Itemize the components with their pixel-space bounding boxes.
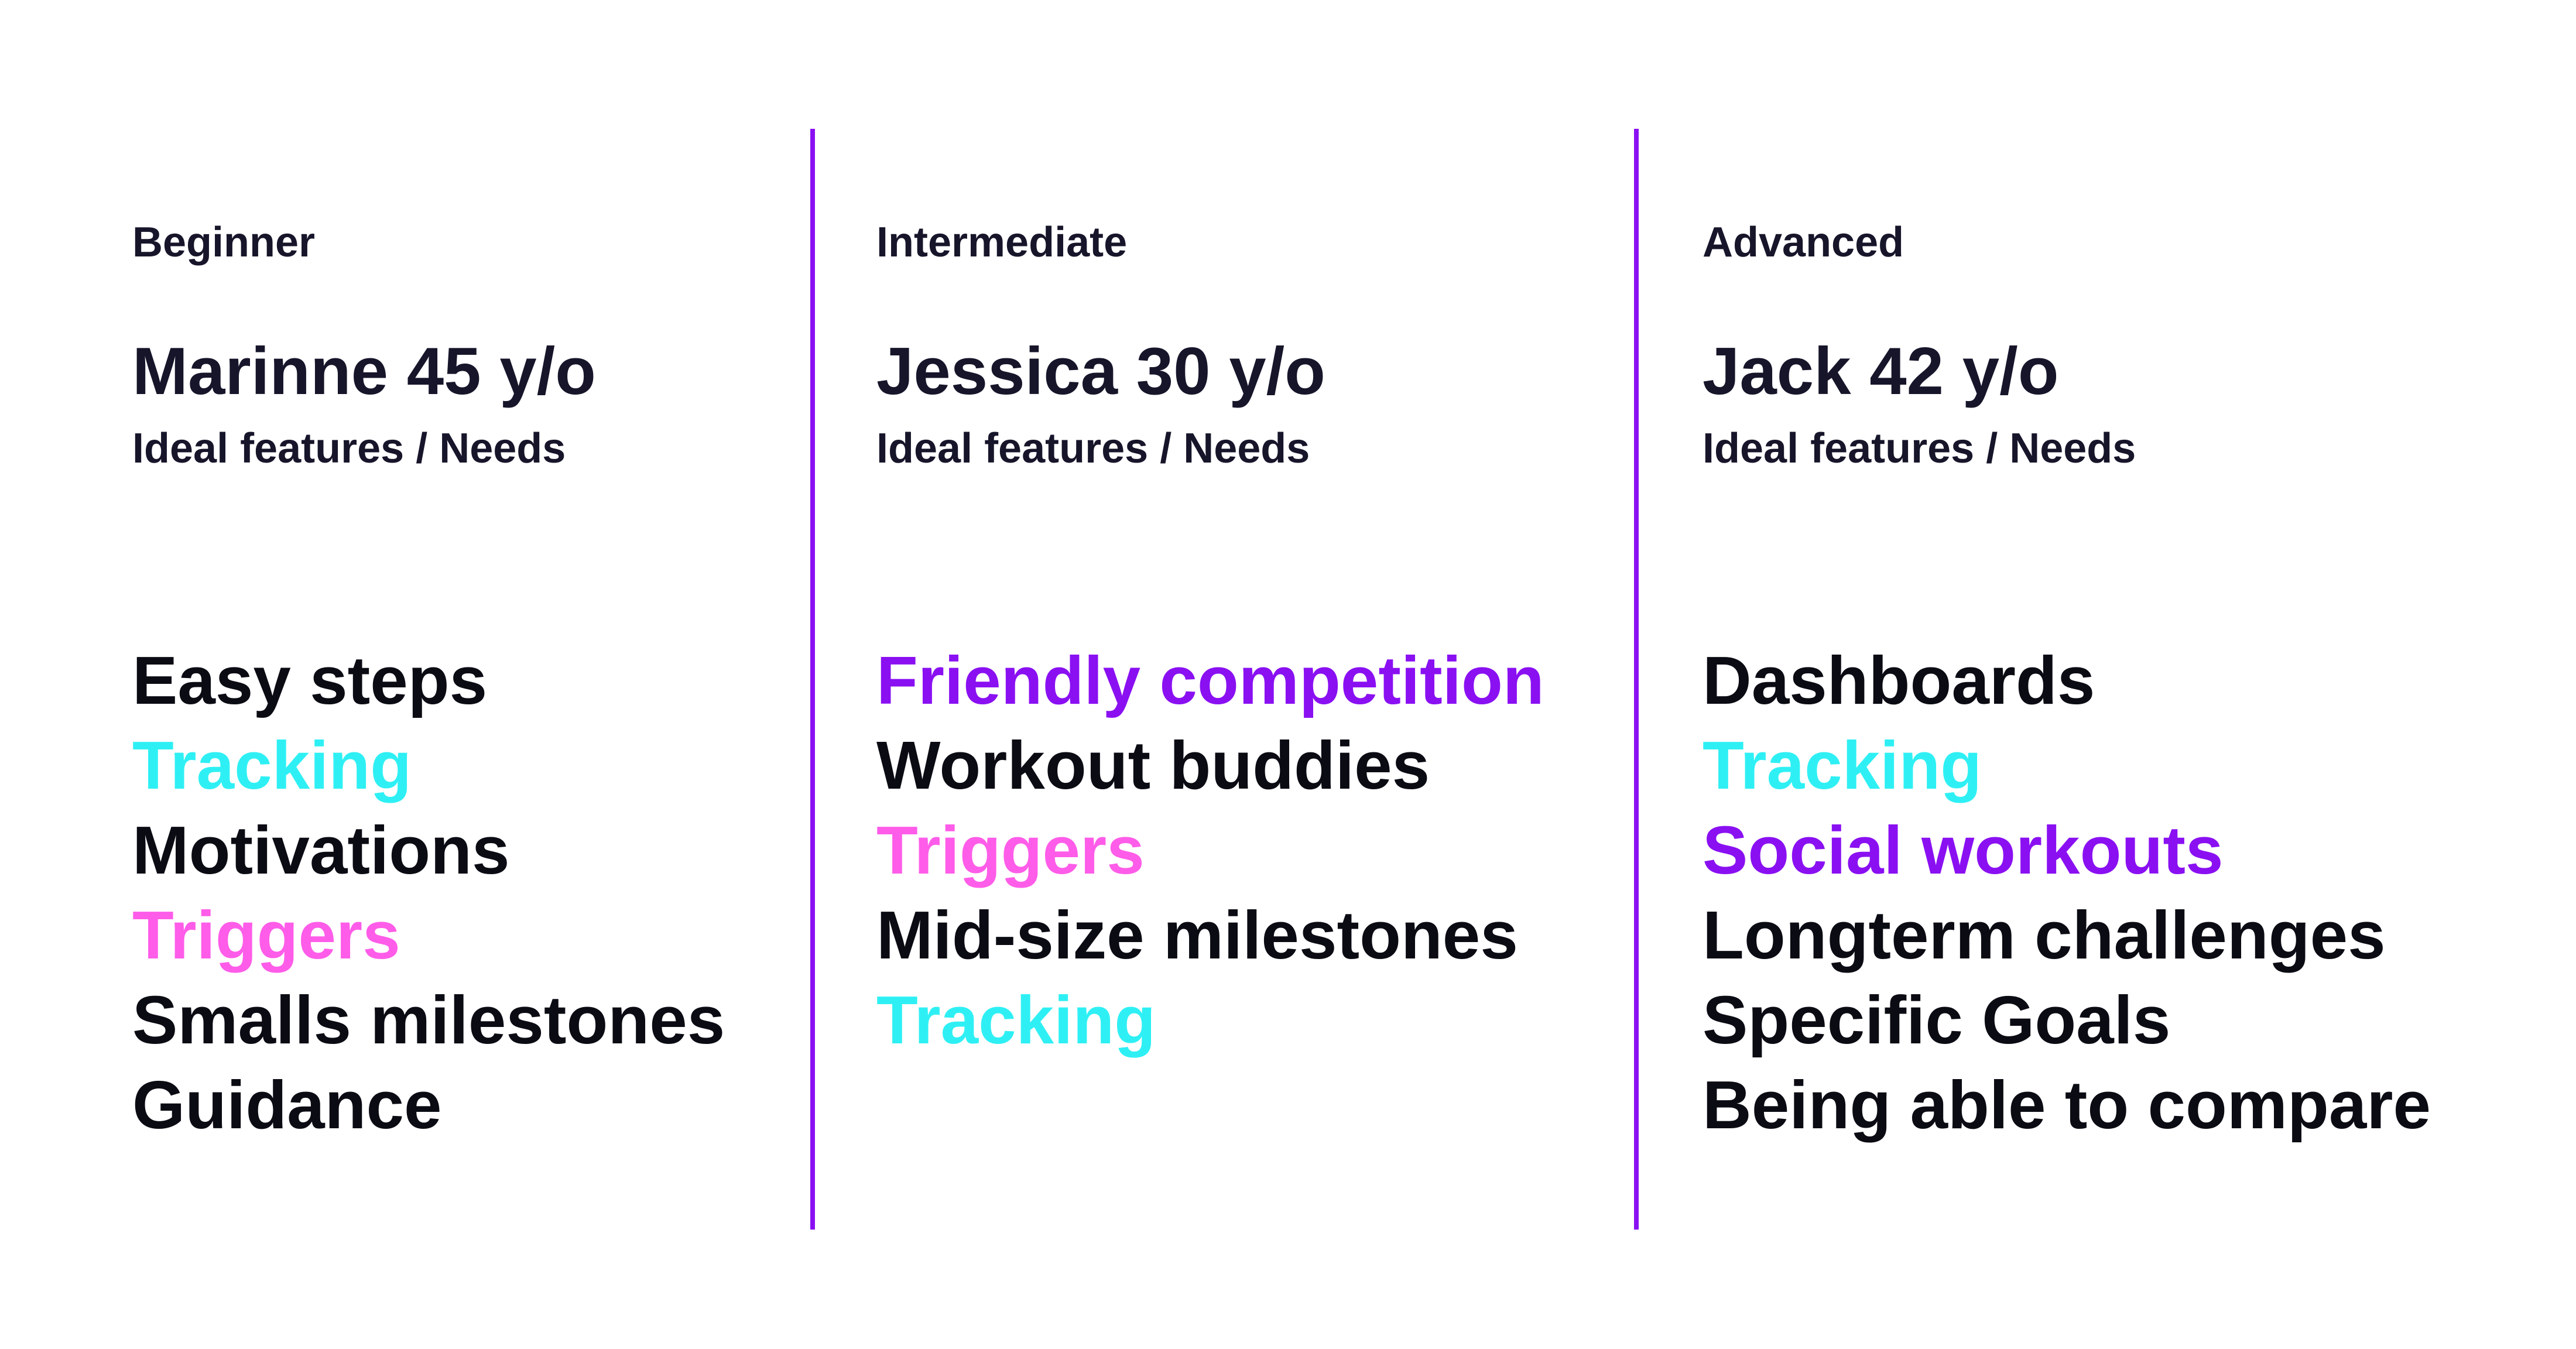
persona-name: Jack 42 y/o — [1703, 334, 2059, 409]
feature-list: Easy steps Tracking Motivations Triggers… — [132, 638, 725, 1148]
feature-item: Triggers — [132, 897, 400, 973]
feature-item: Easy steps — [132, 642, 488, 718]
column-divider — [1634, 129, 1639, 1230]
feature-item: Guidance — [132, 1067, 442, 1143]
feature-item: Longterm challenges — [1703, 897, 2386, 973]
level-label: Intermediate — [876, 219, 1128, 266]
feature-item: Tracking — [876, 982, 1156, 1058]
feature-item: Specific Goals — [1703, 982, 2171, 1058]
feature-item: Motivations — [132, 812, 510, 888]
persona-name: Marinne 45 y/o — [132, 334, 596, 409]
feature-item: Tracking — [132, 727, 412, 803]
feature-item: Social workouts — [1703, 812, 2224, 888]
section-subtitle: Ideal features / Needs — [1703, 425, 2136, 472]
feature-item: Tracking — [1703, 727, 1982, 803]
persona-name: Jessica 30 y/o — [876, 334, 1325, 409]
feature-list: Dashboards Tracking Social workouts Long… — [1703, 638, 2431, 1148]
feature-list: Friendly competition Workout buddies Tri… — [876, 638, 1544, 1063]
feature-item: Being able to compare — [1703, 1067, 2431, 1143]
feature-item: Dashboards — [1703, 642, 2095, 718]
level-label: Advanced — [1703, 219, 1904, 266]
feature-item: Smalls milestones — [132, 982, 725, 1058]
level-label: Beginner — [132, 219, 316, 266]
feature-item: Workout buddies — [876, 727, 1430, 803]
feature-item: Triggers — [876, 812, 1145, 888]
section-subtitle: Ideal features / Needs — [132, 425, 566, 472]
feature-item: Mid-size milestones — [876, 897, 1518, 973]
section-subtitle: Ideal features / Needs — [876, 425, 1310, 472]
column-divider — [810, 129, 815, 1230]
feature-item: Friendly competition — [876, 642, 1544, 718]
